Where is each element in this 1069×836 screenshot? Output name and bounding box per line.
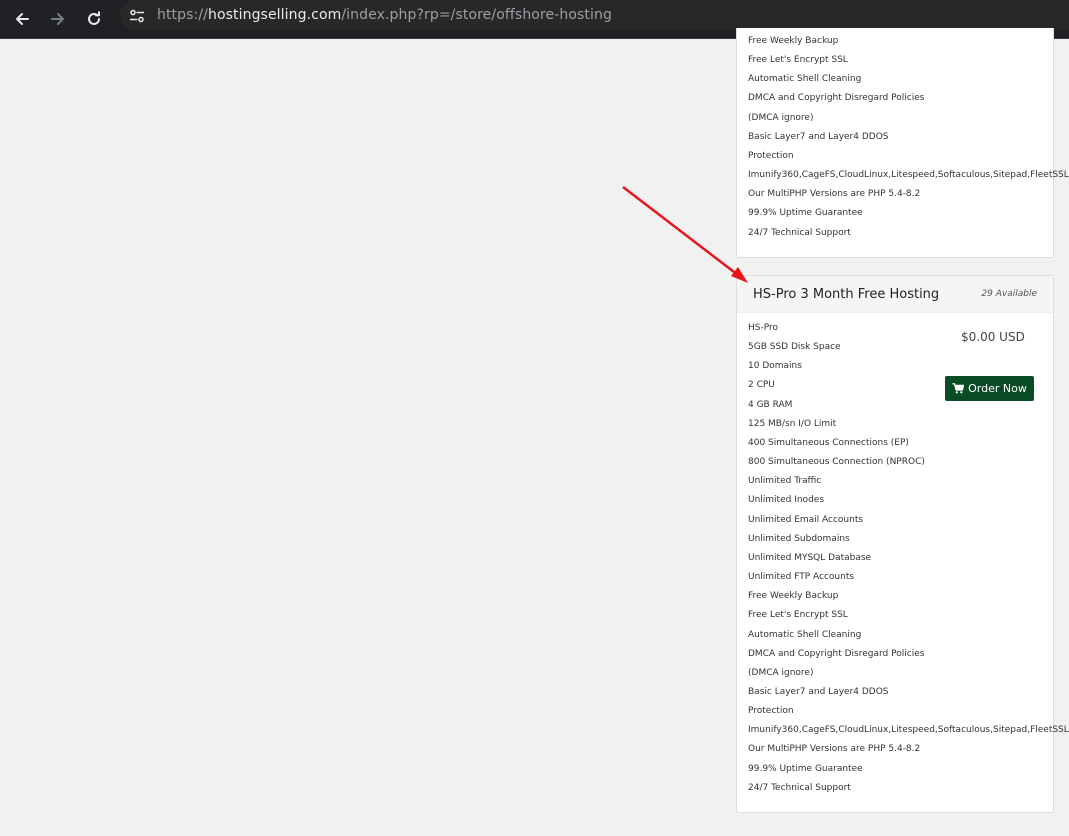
feature-item: Our MultiPHP Versions are PHP 5.4-8.2	[748, 189, 921, 200]
reload-icon	[88, 11, 100, 25]
forward-button[interactable]	[43, 4, 73, 34]
reload-button[interactable]	[79, 4, 109, 34]
feature-item: Unlimited Subdomains	[748, 533, 850, 544]
feature-item: Free Weekly Backup	[748, 36, 839, 46]
site-info-icon	[130, 9, 144, 22]
feature-item: Protection	[748, 150, 794, 161]
feature-item: Automatic Shell Cleaning	[748, 74, 862, 85]
feature-item: 10 Domains	[748, 361, 802, 372]
url-text[interactable]: https://hostingselling.com/index.php?rp=…	[157, 6, 612, 25]
feature-item: 800 Simultaneous Connection (NPROC)	[748, 457, 925, 468]
product-price: $0.00 USD	[961, 330, 1025, 344]
feature-item: Automatic Shell Cleaning	[748, 629, 862, 640]
order-now-button[interactable]: Order Now	[945, 376, 1034, 401]
availability-badge: 29 Available	[981, 289, 1037, 299]
feature-item: 99.9% Uptime Guarantee	[748, 763, 863, 774]
feature-item: (DMCA ignore)	[748, 667, 814, 678]
feature-item: Unlimited Inodes	[748, 495, 825, 506]
url-path: /index.php?rp=/store/offshore-hosting	[341, 7, 612, 23]
feature-item: 400 Simultaneous Connections (EP)	[748, 437, 909, 448]
feature-item: Imunify360,CageFS,CloudLinux,Litespeed,S…	[748, 725, 1069, 736]
url-host: hostingselling.com	[207, 7, 342, 23]
feature-item: 24/7 Technical Support	[748, 227, 851, 238]
feature-item: Imunify360,CageFS,CloudLinux,Litespeed,S…	[748, 170, 1069, 181]
product-card: HS-Pro 3 Month Free Hosting 29 Available…	[736, 275, 1069, 813]
back-button[interactable]	[7, 4, 37, 34]
feature-item: Protection	[748, 706, 794, 717]
feature-item: (DMCA ignore)	[748, 112, 814, 123]
feature-item: DMCA and Copyright Disregard Policies	[748, 93, 925, 104]
feature-item: Free Let's Encrypt SSL	[748, 55, 848, 66]
forward-icon	[51, 13, 64, 25]
site-info-button[interactable]	[126, 6, 148, 25]
back-icon	[16, 13, 29, 25]
feature-item: Basic Layer7 and Layer4 DDOS	[748, 686, 889, 697]
feature-item: 125 MB/sn I/O Limit	[748, 418, 837, 429]
order-now-label: Order Now	[968, 382, 1027, 395]
product-card-header: HS-Pro 3 Month Free Hosting 29 Available	[737, 276, 1053, 313]
feature-list: Free Weekly Backup Free Let's Encrypt SSL…	[748, 32, 1069, 243]
feature-item: Free Let's Encrypt SSL	[748, 610, 848, 621]
product-title: HS-Pro 3 Month Free Hosting	[753, 287, 940, 302]
feature-item: Unlimited Email Accounts	[748, 514, 864, 525]
feature-item: DMCA and Copyright Disregard Policies	[748, 648, 925, 659]
cart-icon	[952, 383, 965, 394]
feature-item: Unlimited Traffic	[748, 476, 822, 487]
feature-item: Basic Layer7 and Layer4 DDOS	[748, 131, 889, 142]
feature-item: Unlimited MYSQL Database	[748, 552, 872, 563]
product-card-previous: Free Weekly Backup Free Let's Encrypt SSL…	[736, 28, 1069, 258]
feature-item: 99.9% Uptime Guarantee	[748, 208, 863, 219]
url-scheme: https://	[157, 7, 208, 23]
feature-item: 24/7 Technical Support	[748, 782, 851, 793]
feature-item: Our MultiPHP Versions are PHP 5.4-8.2	[748, 744, 921, 755]
feature-item: Free Weekly Backup	[748, 591, 839, 602]
feature-item: Unlimited FTP Accounts	[748, 572, 855, 583]
